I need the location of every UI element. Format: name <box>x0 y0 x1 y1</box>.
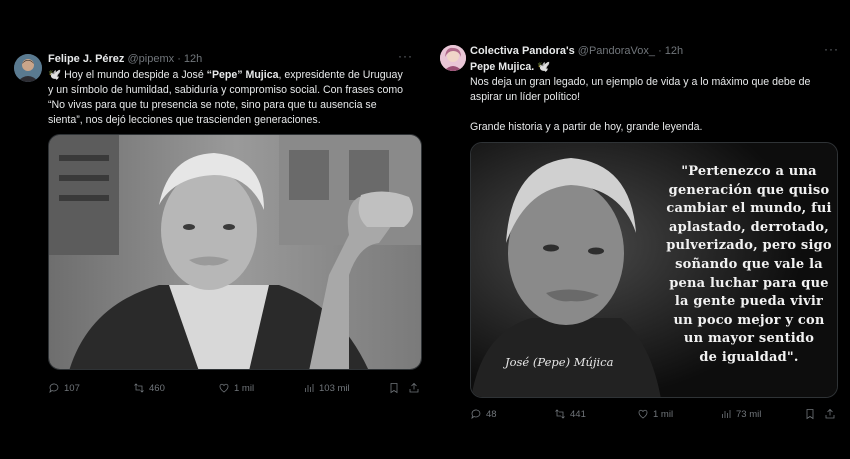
repost-icon <box>555 409 565 419</box>
reply-count: 107 <box>64 382 80 394</box>
repost-count: 460 <box>149 382 165 394</box>
repost-icon <box>134 383 144 393</box>
quote-line: de igualdad". <box>699 349 799 365</box>
tweet-card-left[interactable]: Felipe J. Pérez @pipemx · 12h ··· 🕊️ Hoy… <box>0 44 428 402</box>
quote-line: un mayor sentido <box>683 331 815 347</box>
bookmark-icon <box>390 383 398 394</box>
views-button[interactable]: 103 mil <box>303 382 350 394</box>
author-name[interactable]: Colectiva Pandora's <box>470 45 575 57</box>
repost-button[interactable]: 460 <box>133 382 165 394</box>
tweet-photo[interactable]: "Pertenezco a una generación que quiso c… <box>470 142 838 398</box>
mujica-portrait-image <box>49 135 421 369</box>
avatar[interactable] <box>14 54 42 82</box>
image-signature: José (Pepe) Mújica <box>505 355 614 369</box>
text-bold: “Pepe” Mujica <box>206 69 279 81</box>
quote-line: la gente pueda vivir <box>674 294 824 310</box>
quote-line: un poco mejor y con <box>673 312 825 328</box>
quote-line: "Pertenezco a una <box>681 164 817 179</box>
tweet-card-right[interactable]: Colectiva Pandora's @PandoraVox_ · 12h ·… <box>432 40 850 428</box>
quote-line: pena luchar para que <box>669 275 829 291</box>
like-count: 1 mil <box>653 408 674 420</box>
quote-text: "Pertenezco a una generación que quiso c… <box>659 163 837 368</box>
quote-line: generación que quiso <box>668 182 830 198</box>
author-name[interactable]: Felipe J. Pérez <box>48 53 124 65</box>
reply-count: 48 <box>486 408 497 420</box>
text-line: sienta”, nos dejó lecciones que trascien… <box>48 114 321 126</box>
text-line: y un símbolo de humildad, sabiduría y co… <box>48 84 404 96</box>
text-line: Nos deja un gran legado, un ejemplo de v… <box>470 76 811 88</box>
views-chart-icon <box>305 384 314 392</box>
like-button[interactable]: 1 mil <box>637 408 673 420</box>
tweet-text: 🕊️ Hoy el mundo despide a José “Pepe” Mu… <box>48 68 403 128</box>
tweet-text: Pepe Mujica. 🕊️ Nos deja un gran legado,… <box>470 60 810 135</box>
views-button[interactable]: 73 mil <box>720 408 761 420</box>
text-line: 🕊️ Hoy el mundo despide a José <box>48 69 207 81</box>
timestamp[interactable]: · 12h <box>658 45 683 57</box>
text-line: , expresidente de Uruguay <box>278 69 403 81</box>
views-chart-icon <box>722 410 731 418</box>
reply-button[interactable]: 48 <box>470 408 497 420</box>
author-handle[interactable]: @PandoraVox_ <box>578 45 655 57</box>
share-icon <box>825 408 835 419</box>
repost-count: 441 <box>570 408 586 420</box>
reply-icon <box>471 409 481 419</box>
share-icon <box>409 382 419 393</box>
reply-button[interactable]: 107 <box>48 382 80 394</box>
heart-icon <box>638 409 648 419</box>
like-button[interactable]: 1 mil <box>218 382 254 394</box>
tweet-photo[interactable] <box>48 134 422 370</box>
view-count: 103 mil <box>319 382 350 394</box>
quote-line: pulverizado, pero sigo <box>666 238 832 254</box>
bookmark-button[interactable] <box>388 382 400 394</box>
more-options-icon[interactable]: ··· <box>824 42 839 56</box>
quote-line: soñando que vale la <box>675 256 823 272</box>
repost-button[interactable]: 441 <box>554 408 586 420</box>
heart-icon <box>219 383 229 393</box>
text-line: Grande historia y a partir de hoy, grand… <box>470 121 703 133</box>
like-count: 1 mil <box>234 382 255 394</box>
reply-icon <box>49 383 59 393</box>
text-line: “No vivas para que tu presencia se note,… <box>48 99 377 111</box>
bookmark-button[interactable] <box>804 408 816 420</box>
tweet-title: Pepe Mujica. 🕊️ <box>470 61 551 73</box>
tweet-header: Colectiva Pandora's @PandoraVox_ · 12h <box>470 45 683 57</box>
view-count: 73 mil <box>736 408 762 420</box>
author-handle[interactable]: @pipemx <box>128 53 175 65</box>
tweet-header: Felipe J. Pérez @pipemx · 12h <box>48 53 202 65</box>
quote-line: cambiar el mundo, fui <box>666 201 832 217</box>
avatar[interactable] <box>440 45 466 71</box>
quote-line: aplastado, derrotado, <box>668 219 830 235</box>
timestamp[interactable]: · 12h <box>177 53 202 65</box>
share-button[interactable] <box>408 382 420 394</box>
text-line: aspirar un líder político! <box>470 91 581 103</box>
share-button[interactable] <box>824 408 836 420</box>
bookmark-icon <box>806 409 814 420</box>
more-options-icon[interactable]: ··· <box>398 49 413 63</box>
